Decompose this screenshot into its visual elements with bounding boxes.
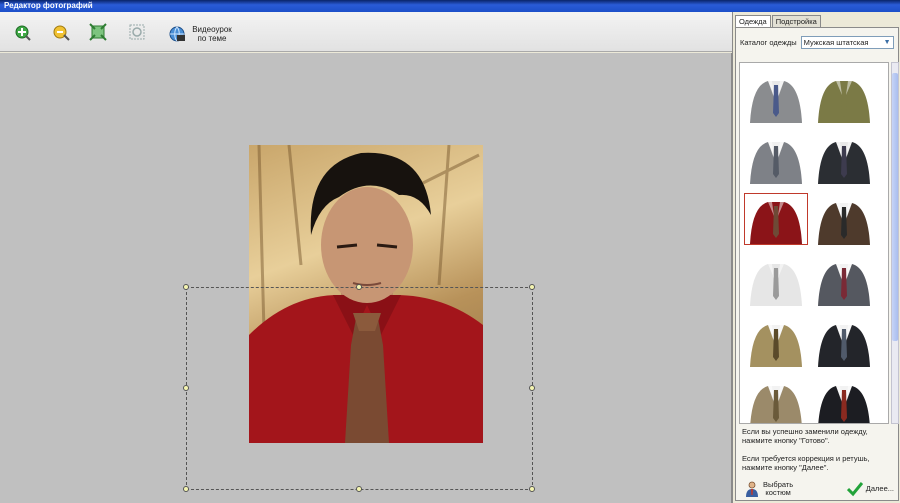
suit-thumbnail[interactable] [812,376,876,423]
resize-handle-bottom-left[interactable] [183,486,189,492]
choose-suit-label: Выбрать костюм [763,480,794,497]
choose-suit-button[interactable]: Выбрать костюм [740,477,797,501]
window-title: Редактор фотографий [4,1,93,10]
catalog-value: Мужская штатская [803,38,869,47]
window-title-bar: Редактор фотографий [0,0,900,12]
photo-canvas[interactable] [0,53,732,503]
clothing-tab-body: Каталог одежды Мужская штатская ▼ Если в… [735,27,899,501]
suit-image [750,81,802,123]
resize-handle-bottom-right[interactable] [529,486,535,492]
suit-thumbnail[interactable] [744,376,808,423]
checkmark-icon [846,482,863,497]
suit-image [818,264,870,306]
suit-image [750,202,802,244]
suit-image [818,386,870,423]
tab-clothing[interactable]: Одежда [735,15,771,27]
suit-thumbnail[interactable] [744,71,808,123]
suit-thumbnail[interactable] [744,315,808,367]
resize-handle-top[interactable] [356,284,362,290]
zoom-in-icon [15,25,31,41]
crop-selection-frame[interactable] [183,284,535,492]
resize-handle-top-right[interactable] [529,284,535,290]
suit-thumbnail[interactable] [812,254,876,306]
suit-thumbnail[interactable] [812,315,876,367]
resize-handle-left[interactable] [183,385,189,391]
suit-gallery[interactable] [739,62,889,424]
actual-size-icon [129,24,145,40]
suit-thumbnail[interactable] [744,254,808,306]
video-lesson-button[interactable]: Видеоурок по теме [168,22,234,46]
info-next-text: Если требуется коррекция и ретушь, нажми… [742,454,870,472]
zoom-out-button[interactable] [51,22,71,42]
suit-thumbnail[interactable] [812,132,876,184]
fit-to-window-icon [89,23,107,41]
fit-to-window-button[interactable] [88,22,108,42]
suit-thumbnail[interactable] [744,132,808,184]
right-panel: Одежда Подстройка Каталог одежды Мужская… [732,12,900,503]
catalog-row: Каталог одежды Мужская штатская ▼ [740,36,894,49]
resize-handle-top-left[interactable] [183,284,189,290]
catalog-select[interactable]: Мужская штатская ▼ [800,36,894,49]
suit-image [750,386,802,423]
tab-adjustment[interactable]: Подстройка [771,15,821,27]
suit-thumbnail[interactable] [812,193,876,245]
catalog-label: Каталог одежды [740,38,797,47]
video-lesson-label: Видеоурок по теме [192,25,232,43]
actual-size-button[interactable] [127,22,147,42]
chevron-down-icon[interactable]: ▼ [883,38,892,47]
suit-thumbnail[interactable] [744,193,808,245]
video-globe-icon [169,26,185,42]
resize-handle-bottom[interactable] [356,486,362,492]
next-label: Далее... [865,484,894,493]
next-button[interactable]: Далее... [843,477,898,501]
suit-image [750,264,802,306]
suit-thumbnail[interactable] [812,71,876,123]
suit-image [818,203,870,245]
suit-image [818,81,870,123]
gallery-scrollbar[interactable] [891,62,899,424]
suit-image [750,325,802,367]
info-done-text: Если вы успешно заменили одежду, нажмите… [742,427,868,445]
zoom-out-icon [53,25,70,41]
toolbar: Видеоурок по теме [0,12,732,52]
suit-image [750,142,802,184]
panel-tabs: Одежда Подстройка [735,15,822,27]
suit-image [818,142,870,184]
suit-image [818,325,870,367]
gallery-scroll-thumb[interactable] [892,73,898,341]
panel-actions: Выбрать костюм Далее... [740,477,898,503]
resize-handle-right[interactable] [529,385,535,391]
zoom-in-button[interactable] [12,22,32,42]
person-suit-icon [746,481,758,497]
instructions: Если вы успешно заменили одежду, нажмите… [742,427,894,481]
